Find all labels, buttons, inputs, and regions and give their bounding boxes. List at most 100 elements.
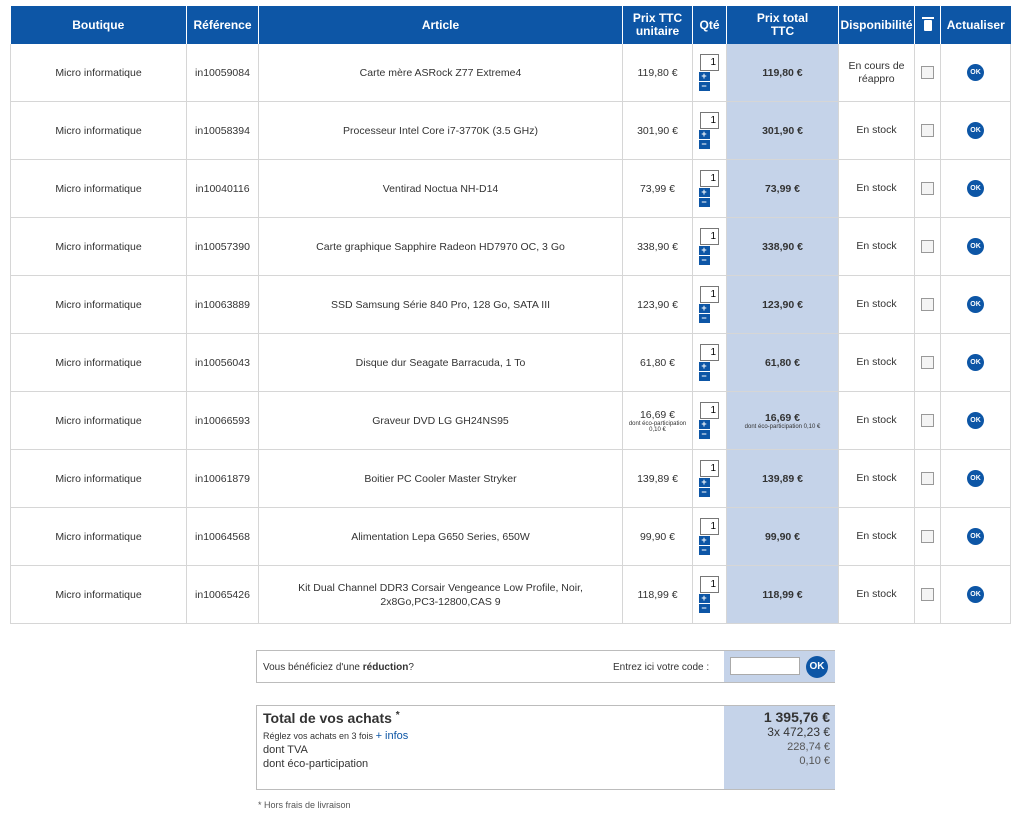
quantity-minus-button[interactable]: − xyxy=(698,198,710,207)
installments-row: Réglez vos achats en 3 fois + infos xyxy=(263,729,408,743)
unit-price-value: 118,99 € xyxy=(637,588,678,601)
delete-checkbox[interactable] xyxy=(921,182,934,195)
unit-price-value: 73,99 € xyxy=(639,182,676,195)
cell-availability: En stock xyxy=(838,449,915,508)
quantity-plus-button[interactable]: + xyxy=(698,130,710,139)
promo-code-input[interactable] xyxy=(730,657,800,675)
delete-checkbox[interactable] xyxy=(921,472,934,485)
delete-checkbox[interactable] xyxy=(921,240,934,253)
quantity-stepper: +− xyxy=(698,460,722,497)
quantity-plus-button[interactable]: + xyxy=(698,594,710,603)
trash-icon xyxy=(921,16,934,31)
ok-icon[interactable]: OK xyxy=(967,470,984,487)
quantity-input[interactable] xyxy=(700,112,719,129)
quantity-input[interactable] xyxy=(700,518,719,535)
quantity-minus-button[interactable]: − xyxy=(698,372,710,381)
cell-update: OK xyxy=(940,507,1011,566)
cell-update: OK xyxy=(940,159,1011,218)
ok-icon[interactable]: OK xyxy=(967,354,984,371)
header-total-price: Prix total TTC xyxy=(726,6,839,44)
cell-total-price: 119,80 € xyxy=(726,44,839,102)
quantity-minus-button[interactable]: − xyxy=(698,430,710,439)
promo-ok-button[interactable]: OK xyxy=(806,656,828,678)
cell-availability: En stock xyxy=(838,159,915,218)
unit-eco-note: dont éco-participation 0,10 € xyxy=(628,420,687,433)
header-reference: Référence xyxy=(186,6,259,44)
cell-update: OK xyxy=(940,565,1011,624)
infos-link[interactable]: + infos xyxy=(376,730,409,742)
ok-icon[interactable]: OK xyxy=(967,64,984,81)
quantity-minus-button[interactable]: − xyxy=(698,488,710,497)
cell-total-price: 123,90 € xyxy=(726,275,839,334)
cell-availability: En stock xyxy=(838,507,915,566)
cell-update: OK xyxy=(940,391,1011,450)
quantity-minus-button[interactable]: − xyxy=(698,604,710,613)
summary-title: Total de vos achats * xyxy=(263,710,408,729)
cell-quantity: +− xyxy=(692,44,727,102)
quantity-plus-button[interactable]: + xyxy=(698,188,710,197)
quantity-plus-button[interactable]: + xyxy=(698,72,710,81)
cell-availability: En stock xyxy=(838,565,915,624)
cart-row: Micro informatique in10063889 SSD Samsung … xyxy=(10,275,1011,334)
ok-icon[interactable]: OK xyxy=(967,180,984,197)
ok-icon[interactable]: OK xyxy=(967,412,984,429)
quantity-input[interactable] xyxy=(700,170,719,187)
quantity-plus-button[interactable]: + xyxy=(698,420,710,429)
header-update: Actualiser xyxy=(940,6,1011,44)
unit-price-value: 119,80 € xyxy=(637,66,678,79)
quantity-stepper: +− xyxy=(698,402,722,439)
delete-checkbox[interactable] xyxy=(921,356,934,369)
quantity-plus-button[interactable]: + xyxy=(698,536,710,545)
quantity-input[interactable] xyxy=(700,228,719,245)
cell-quantity: +− xyxy=(692,275,727,334)
promo-text-suffix: ? xyxy=(408,662,414,673)
quantity-input[interactable] xyxy=(700,460,719,477)
cell-article: Graveur DVD LG GH24NS95 xyxy=(258,391,623,450)
ok-icon[interactable]: OK xyxy=(967,528,984,545)
cell-reference: in10063889 xyxy=(186,275,259,334)
cart-header-row: Boutique Référence Article Prix TTC unit… xyxy=(10,6,1011,44)
quantity-input[interactable] xyxy=(700,402,719,419)
cell-quantity: +− xyxy=(692,101,727,160)
quantity-minus-button[interactable]: − xyxy=(698,546,710,555)
ok-icon[interactable]: OK xyxy=(967,296,984,313)
quantity-input[interactable] xyxy=(700,576,719,593)
unit-price-value: 139,89 € xyxy=(637,472,678,485)
quantity-input[interactable] xyxy=(700,344,719,361)
ok-icon[interactable]: OK xyxy=(967,586,984,603)
quantity-plus-button[interactable]: + xyxy=(698,362,710,371)
quantity-minus-button[interactable]: − xyxy=(698,82,710,91)
cell-update: OK xyxy=(940,217,1011,276)
delete-checkbox[interactable] xyxy=(921,298,934,311)
delete-checkbox[interactable] xyxy=(921,124,934,137)
ok-icon[interactable]: OK xyxy=(967,122,984,139)
summary-title-text: Total de vos achats xyxy=(263,710,392,726)
delete-checkbox[interactable] xyxy=(921,414,934,427)
cell-quantity: +− xyxy=(692,333,727,392)
promo-question: Vous bénéficiez d'une réduction? xyxy=(263,662,414,673)
cell-update: OK xyxy=(940,101,1011,160)
cell-quantity: +− xyxy=(692,391,727,450)
ok-icon[interactable]: OK xyxy=(967,238,984,255)
quantity-input[interactable] xyxy=(700,54,719,71)
total-eco-note: dont éco-participation 0,10 € xyxy=(744,423,821,430)
quantity-minus-button[interactable]: − xyxy=(698,140,710,149)
cell-unit-price: 123,90 € xyxy=(622,275,693,334)
quantity-minus-button[interactable]: − xyxy=(698,314,710,323)
total-value: 1 395,76 € xyxy=(763,709,830,725)
installments-value: 3x 472,23 € xyxy=(767,725,830,739)
quantity-plus-button[interactable]: + xyxy=(698,478,710,487)
quantity-input[interactable] xyxy=(700,286,719,303)
delete-checkbox[interactable] xyxy=(921,66,934,79)
cell-availability: En stock xyxy=(838,333,915,392)
cart-table: Boutique Référence Article Prix TTC unit… xyxy=(10,6,1011,624)
quantity-plus-button[interactable]: + xyxy=(698,246,710,255)
cell-unit-price: 118,99 € xyxy=(622,565,693,624)
delete-checkbox[interactable] xyxy=(921,588,934,601)
delete-checkbox[interactable] xyxy=(921,530,934,543)
total-price-value: 73,99 € xyxy=(764,182,801,195)
quantity-plus-button[interactable]: + xyxy=(698,304,710,313)
cell-delete xyxy=(914,449,941,508)
tva-label: dont TVA xyxy=(263,744,308,756)
quantity-minus-button[interactable]: − xyxy=(698,256,710,265)
